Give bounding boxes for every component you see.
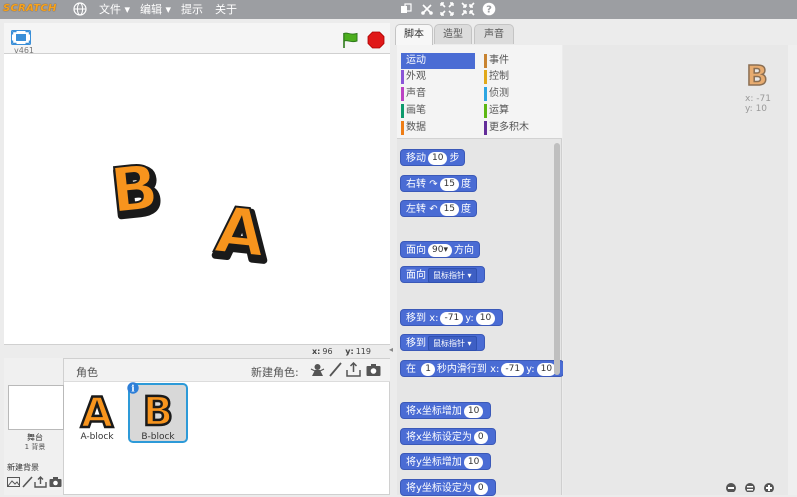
block-set-x[interactable]: 将x坐标设定为 0 <box>400 428 496 445</box>
sprite-name-b-block: B-block <box>141 432 175 442</box>
block-point-towards[interactable]: 面向 鼠标指针 ▾ <box>400 266 485 283</box>
scratch-logo[interactable]: SCRATCH <box>3 1 57 17</box>
green-flag-icon[interactable] <box>341 31 359 49</box>
category-data[interactable]: 数据 <box>401 120 475 136</box>
sprites-title: 角色 <box>76 366 98 379</box>
block-change-y[interactable]: 将y坐标增加 10 <box>400 453 492 470</box>
rotate-left-icon: ↶ <box>429 204 438 215</box>
tab-scripts[interactable]: 脚本 <box>395 24 433 45</box>
menu-about[interactable]: 关于 <box>215 0 237 19</box>
current-sprite-y: y: 10 <box>745 104 768 114</box>
upload-backdrop-icon[interactable] <box>34 476 47 488</box>
stop-icon[interactable] <box>367 31 385 49</box>
duplicate-icon[interactable] <box>399 2 413 16</box>
current-sprite-thumb: B <box>745 57 769 93</box>
help-icon[interactable]: ? <box>482 2 496 16</box>
move-steps-input[interactable]: 10 <box>428 151 448 165</box>
info-icon[interactable]: i <box>127 382 139 395</box>
set-y-input[interactable]: 0 <box>473 481 488 495</box>
block-goto[interactable]: 移到 鼠标指针 ▾ <box>400 334 485 351</box>
paint-backdrop-icon[interactable] <box>7 476 20 488</box>
rotate-right-icon: ↷ <box>429 179 438 190</box>
change-y-input[interactable]: 10 <box>463 455 484 469</box>
palette-scrollbar[interactable] <box>554 143 560 375</box>
category-pen[interactable]: 画笔 <box>401 103 475 119</box>
tab-costumes[interactable]: 造型 <box>434 24 472 44</box>
sprite-thumb-a: A <box>81 388 114 431</box>
stage-sprite-b-letter: B <box>107 150 162 228</box>
block-glide[interactable]: 在 1 秒内滑行到 x: -71 y: 10 <box>400 360 564 377</box>
mouse-coordinates: x: 96 y: 119 <box>312 347 371 356</box>
mouse-x-value: 96 <box>322 347 333 356</box>
set-x-input[interactable]: 0 <box>473 430 488 444</box>
sprite-library-icon[interactable] <box>310 362 325 377</box>
category-more-blocks[interactable]: 更多积木 <box>484 120 558 136</box>
change-x-input[interactable]: 10 <box>463 404 484 418</box>
sprite-thumb-b: B <box>143 389 174 431</box>
category-looks[interactable]: 外观 <box>401 69 475 85</box>
svg-text:i: i <box>131 385 135 395</box>
block-set-y[interactable]: 将y坐标设定为 0 <box>400 479 496 496</box>
category-sound[interactable]: 声音 <box>401 86 475 102</box>
current-sprite-letter: B <box>746 59 767 89</box>
stage-sprite-a-letter: A <box>212 193 269 272</box>
block-move-steps[interactable]: 移动 10 步 <box>400 149 466 166</box>
backdrop-count: 1 背景 <box>24 443 46 451</box>
direction-input[interactable]: 90▾ <box>428 243 452 257</box>
block-point-direction[interactable]: 面向 90▾ 方向 <box>400 241 480 258</box>
new-backdrop-label: 新建背景 <box>7 463 39 472</box>
stage-sprite-b[interactable]: B B <box>106 149 168 235</box>
camera-sprite-icon[interactable] <box>366 362 381 377</box>
goto-dropdown[interactable]: 鼠标指针 ▾ <box>428 335 477 351</box>
delete-icon[interactable] <box>420 2 434 16</box>
zoom-in-icon[interactable] <box>764 483 774 493</box>
new-sprite-label: 新建角色: <box>251 366 299 379</box>
turn-right-input[interactable]: 15 <box>439 177 460 191</box>
globe-icon[interactable] <box>73 2 87 16</box>
turn-left-input[interactable]: 15 <box>439 202 460 216</box>
block-turn-right[interactable]: 右转 ↷ 15 度 <box>400 175 478 192</box>
block-turn-left[interactable]: 左转 ↶ 15 度 <box>400 200 478 217</box>
svg-text:?: ? <box>486 5 492 16</box>
stage-canvas[interactable]: B B A A <box>4 53 390 345</box>
category-motion[interactable]: 运动 <box>401 53 475 69</box>
current-sprite-x: x: -71 <box>745 94 771 104</box>
goto-y-input[interactable]: 10 <box>475 311 496 325</box>
grow-icon[interactable] <box>440 2 454 16</box>
stage-sprite-a[interactable]: A A <box>210 192 274 280</box>
mouse-y-value: 119 <box>355 347 371 356</box>
point-towards-dropdown[interactable]: 鼠标指针 ▾ <box>428 267 477 283</box>
menu-tips[interactable]: 提示 <box>181 0 203 19</box>
category-operators[interactable]: 运算 <box>484 103 558 119</box>
block-goto-xy[interactable]: 移到 x: -71 y: 10 <box>400 309 504 326</box>
fullscreen-icon[interactable] <box>11 30 31 45</box>
stage-thumbnail[interactable] <box>8 385 64 430</box>
current-sprite-position: x: -71 y: 10 <box>745 94 771 114</box>
zoom-controls <box>722 478 782 493</box>
goto-x-input[interactable]: -71 <box>440 311 464 325</box>
shrink-icon[interactable] <box>461 2 475 16</box>
upload-sprite-icon[interactable] <box>346 361 361 377</box>
scripts-scrollbar[interactable] <box>788 45 797 495</box>
category-events[interactable]: 事件 <box>484 53 558 69</box>
menu-file[interactable]: 文件 ▾ <box>99 0 130 19</box>
tab-sounds[interactable]: 声音 <box>474 24 514 44</box>
glide-x-input[interactable]: -71 <box>501 362 525 376</box>
paint-sprite-icon[interactable] <box>328 362 343 377</box>
block-change-x[interactable]: 将x坐标增加 10 <box>400 402 492 419</box>
category-control[interactable]: 控制 <box>484 69 558 85</box>
category-sensing[interactable]: 侦测 <box>484 86 558 102</box>
zoom-out-icon[interactable] <box>726 483 736 493</box>
brush-backdrop-icon[interactable] <box>21 476 34 488</box>
sprite-name-a-block: A-block <box>80 432 114 442</box>
camera-backdrop-icon[interactable] <box>49 476 62 488</box>
menu-edit[interactable]: 编辑 ▾ <box>140 0 171 19</box>
zoom-reset-icon[interactable] <box>745 483 755 493</box>
glide-secs-input[interactable]: 1 <box>421 362 435 376</box>
stage-header <box>4 23 390 53</box>
collapse-stage-icon[interactable]: ◂ <box>389 345 395 357</box>
